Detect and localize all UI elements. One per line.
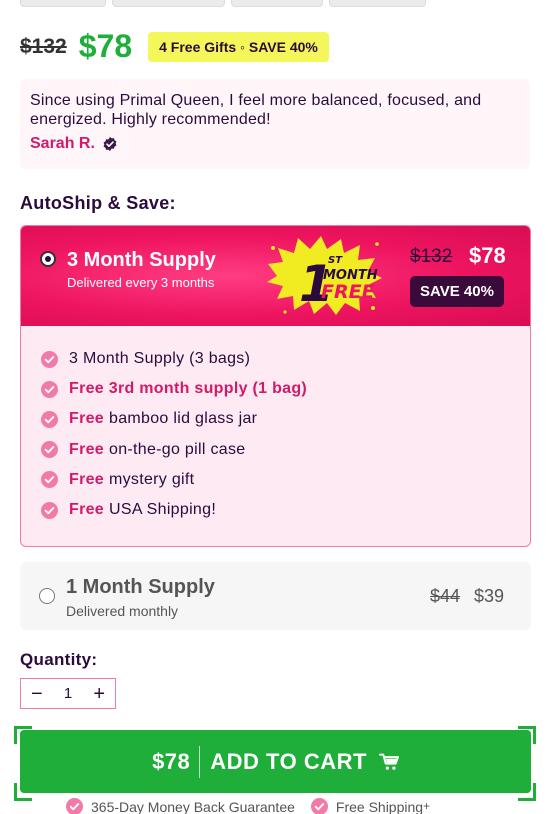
plan-3-benefits: 3 Month Supply (3 bags) Free 3rd month s…: [21, 326, 530, 525]
benefit-item: Free 3rd month supply (1 bag): [41, 374, 530, 404]
check-circle-icon: [66, 798, 83, 814]
plan-3-sale-price: $78: [469, 243, 506, 268]
price-row: $132 $78 4 Free Gifts ◦ SAVE 40%: [20, 28, 329, 65]
option-chip[interactable]: [20, 0, 106, 7]
benefit-text: USA Shipping!: [109, 501, 217, 519]
author-name: Sarah R.: [30, 135, 95, 152]
option-chip[interactable]: [329, 0, 426, 7]
quantity-stepper: − 1 +: [20, 678, 116, 709]
free-shipping-text: Free Shipping: [335, 798, 424, 814]
badge-line-2: FREE: [321, 281, 375, 303]
plan-option-1-month[interactable]: 1 Month Supply Delivered monthly $44 $39: [20, 562, 531, 630]
benefit-item: Free on-the-go pill case: [41, 435, 530, 465]
money-back-guarantee: 365-Day Money Back Guarantee: [66, 798, 295, 814]
plan-3-radio[interactable]: [40, 251, 56, 267]
plan-1-title: 1 Month Supply: [66, 576, 215, 598]
add-to-cart-button[interactable]: $78 ADD TO CART: [20, 730, 531, 793]
plan-1-sale-price: $39: [474, 586, 505, 606]
first-month-free-badge: 1 ST MONTH FREE: [267, 236, 382, 315]
testimonial-author: Sarah R.: [30, 135, 520, 153]
check-circle-icon: [41, 350, 58, 368]
quantity-value[interactable]: 1: [64, 685, 72, 702]
benefit-item: Free bamboo lid glass jar: [41, 404, 530, 434]
check-circle-icon: [41, 471, 58, 489]
plan-1-radio[interactable]: [39, 588, 55, 604]
badge-superscript: ST: [328, 255, 343, 266]
quantity-decrease-button[interactable]: −: [31, 684, 43, 704]
plan-3-subtitle: Delivered every 3 months: [67, 275, 215, 290]
guarantee-row: 365-Day Money Back Guarantee Free Shippi…: [66, 798, 430, 814]
original-price: $132: [20, 34, 67, 58]
check-circle-icon: [41, 501, 58, 519]
benefit-text: 3 Month Supply (3 bags): [69, 350, 251, 368]
quantity-label: Quantity:: [20, 650, 98, 669]
check-circle-icon: [310, 798, 328, 814]
free-shipping-mark: +: [423, 800, 430, 813]
option-chip[interactable]: [112, 0, 225, 7]
plan-1-original-price: $44: [430, 586, 461, 606]
verified-badge-icon: [103, 137, 117, 151]
testimonial-text: Since using Primal Queen, I feel more ba…: [30, 92, 482, 128]
cart-button-price: $78: [152, 745, 201, 778]
free-shipping: Free Shipping +: [310, 798, 430, 814]
check-circle-icon: [41, 380, 58, 398]
sale-price: $78: [78, 28, 133, 64]
shopping-cart-icon: [378, 753, 399, 770]
plan-3-original-price: $132: [410, 246, 453, 267]
testimonial-card: Since using Primal Queen, I feel more ba…: [20, 79, 530, 169]
benefit-free-label: Free: [69, 410, 104, 428]
benefit-item: 3 Month Supply (3 bags): [41, 344, 530, 374]
benefit-free-label: Free: [69, 440, 104, 458]
benefit-strong-text: Free 3rd month supply (1 bag): [69, 380, 308, 398]
plan-1-subtitle: Delivered monthly: [66, 603, 179, 619]
plan-option-3-month[interactable]: 3 Month Supply Delivered every 3 months …: [20, 225, 531, 547]
quantity-increase-button[interactable]: +: [93, 684, 105, 704]
plan-3-header[interactable]: 3 Month Supply Delivered every 3 months …: [21, 226, 530, 326]
money-back-text: 365-Day Money Back Guarantee: [91, 798, 295, 814]
plan-3-title: 3 Month Supply: [67, 249, 216, 271]
option-chip[interactable]: [231, 0, 323, 7]
benefit-free-label: Free: [69, 470, 104, 488]
gift-savings-badge: 4 Free Gifts ◦ SAVE 40%: [148, 31, 329, 62]
benefit-text: on-the-go pill case: [109, 440, 246, 458]
benefit-text: mystery gift: [109, 470, 195, 488]
benefit-free-label: Free: [69, 501, 104, 519]
plan-3-save-badge: SAVE 40%: [410, 276, 504, 307]
benefit-item: Free mystery gift: [41, 465, 530, 495]
benefit-text: bamboo lid glass jar: [109, 410, 258, 428]
cart-button-label: ADD TO CART: [210, 748, 367, 774]
option-chips: [20, 0, 426, 7]
autoship-heading: AutoShip & Save:: [20, 193, 176, 213]
benefit-item: Free USA Shipping!: [41, 495, 530, 525]
check-circle-icon: [41, 441, 58, 459]
check-circle-icon: [41, 410, 58, 428]
